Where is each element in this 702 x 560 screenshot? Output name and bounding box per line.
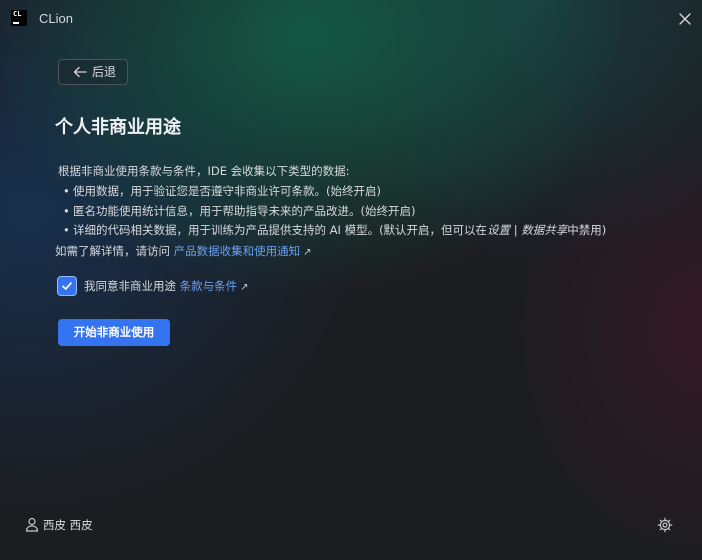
bullet-usage-data: • 使用数据，用于验证您是否遵守非商业许可条款。(始终开启) xyxy=(63,183,381,199)
external-link-icon: ↗ xyxy=(303,247,312,258)
settings-button[interactable] xyxy=(657,517,673,533)
more-info-line: 如需了解详情，请访问 产品数据收集和使用通知 ↗ xyxy=(55,243,312,261)
bullet-usage-data-text: 使用数据，用于验证您是否遵守非商业许可条款。(始终开启) xyxy=(73,184,381,198)
clion-window: CL CLion 后退 个人非商业用途 根据非商业使用条款与条件，IDE 会收集… xyxy=(0,0,702,560)
back-button-label: 后退 xyxy=(92,65,117,79)
agree-checkbox[interactable] xyxy=(57,276,77,296)
bullet-anonymous-stats-text: 匿名功能使用统计信息，用于帮助指导未来的产品改进。(始终开启) xyxy=(73,204,416,218)
close-icon xyxy=(679,13,691,25)
bullet-anonymous-stats: • 匿名功能使用统计信息，用于帮助指导未来的产品改进。(始终开启) xyxy=(63,203,415,219)
agree-label: 我同意非商业用途 xyxy=(84,279,176,293)
back-button[interactable]: 后退 xyxy=(58,59,128,85)
bullet-dot: • xyxy=(63,223,70,237)
user-icon xyxy=(25,517,39,532)
page-title: 个人非商业用途 xyxy=(55,117,181,138)
logo-bar xyxy=(13,22,19,24)
bullet-code-data: • 详细的代码相关数据，用于训练为产品提供支持的 AI 模型。(默认开启，但可以在… xyxy=(63,222,606,238)
logo-text: CL xyxy=(13,10,22,18)
intro-text: 根据非商业使用条款与条件，IDE 会收集以下类型的数据: xyxy=(58,164,350,178)
window-title: CLion xyxy=(39,11,73,26)
bullet-code-data-text: 详细的代码相关数据，用于训练为产品提供支持的 AI 模型。(默认开启，但可以在 xyxy=(73,223,488,237)
start-button-label: 开始非商业使用 xyxy=(73,325,155,339)
bullet-dot: • xyxy=(63,184,70,198)
arrow-left-icon xyxy=(73,66,87,78)
agree-label-line: 我同意非商业用途 条款与条件 ↗ xyxy=(84,278,249,296)
title-bar: CL CLion xyxy=(0,0,702,38)
clion-logo-icon: CL xyxy=(11,10,27,26)
external-link-icon: ↗ xyxy=(240,282,249,293)
terms-link[interactable]: 条款与条件 xyxy=(180,279,238,293)
bullet-code-data-suffix: 中禁用) xyxy=(567,223,607,237)
data-notice-link[interactable]: 产品数据收集和使用通知 xyxy=(174,244,301,258)
user-name: 西皮 西皮 xyxy=(43,518,93,532)
start-noncommercial-button[interactable]: 开始非商业使用 xyxy=(58,319,170,346)
more-info-prefix: 如需了解详情，请访问 xyxy=(55,244,170,258)
settings-path-text: 设置 | 数据共享 xyxy=(487,223,568,237)
checkmark-icon xyxy=(62,282,72,290)
bullet-dot: • xyxy=(63,204,70,218)
close-button[interactable] xyxy=(675,9,695,29)
gear-icon xyxy=(657,517,673,533)
